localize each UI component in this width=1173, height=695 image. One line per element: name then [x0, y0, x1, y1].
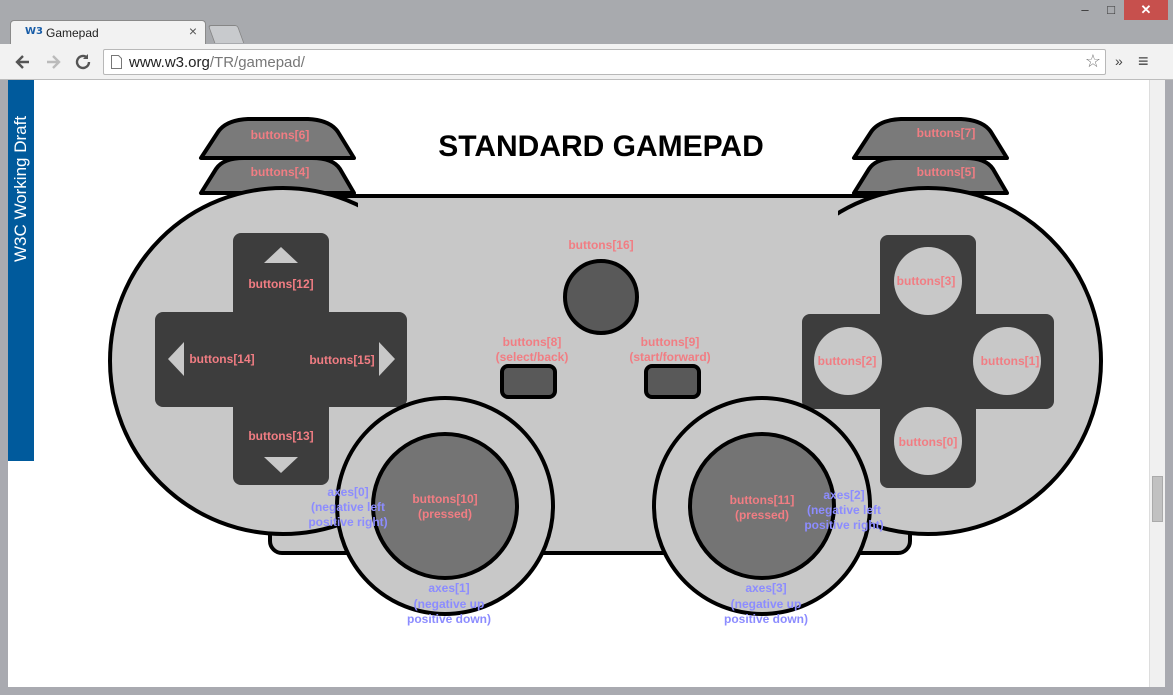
w3c-favicon-icon: W3 [25, 26, 43, 37]
maximize-button[interactable]: □ [1098, 0, 1124, 20]
url-host: www.w3.org [129, 54, 210, 71]
scrollbar-thumb[interactable] [1152, 476, 1163, 522]
label-axes-3: axes[3] [745, 581, 786, 595]
label-buttons-10: buttons[10] [412, 492, 477, 506]
browser-toolbar: www.w3.org/TR/gamepad/ ☆ » ≡ [0, 44, 1173, 80]
label-axes-2-neg: (negative left [807, 503, 881, 517]
star-icon[interactable]: ☆ [1085, 51, 1101, 72]
left-stick[interactable] [371, 432, 519, 580]
page-icon [111, 55, 122, 69]
label-buttons-4: buttons[4] [251, 165, 310, 179]
minimize-button[interactable]: ‒ [1072, 0, 1098, 20]
label-buttons-11: buttons[11] [730, 493, 795, 507]
extensions-overflow-button[interactable]: » [1115, 53, 1123, 69]
window-frame-bottom [0, 687, 1173, 695]
page-title: STANDARD GAMEPAD [438, 130, 764, 163]
label-buttons-9: buttons[9] [641, 335, 700, 349]
label-axes-0-neg: (negative left [311, 500, 385, 514]
label-buttons-5: buttons[5] [917, 165, 976, 179]
start-button[interactable] [644, 364, 701, 399]
label-axes-0: axes[0] [327, 485, 368, 499]
label-axes-2: axes[2] [823, 488, 864, 502]
browser-tab[interactable]: W3 Gamepad × [10, 20, 206, 44]
vertical-scrollbar[interactable] [1149, 80, 1165, 687]
label-right-pressed: (pressed) [735, 508, 789, 522]
label-buttons-13: buttons[13] [248, 429, 313, 443]
label-start-forward: (start/forward) [629, 350, 710, 364]
select-button[interactable] [500, 364, 557, 399]
url-text: www.w3.org/TR/gamepad/ [129, 54, 305, 71]
page-viewport: W3C Working Draft STANDARD GAMEPAD butto… [8, 80, 1149, 687]
label-axes-1-pos: positive down) [407, 612, 491, 626]
label-axes-1: axes[1] [428, 581, 469, 595]
tab-title: Gamepad [46, 26, 99, 40]
label-buttons-3: buttons[3] [897, 274, 956, 288]
label-axes-2-pos: positive right) [804, 518, 883, 532]
window-frame-right [1165, 80, 1173, 695]
label-axes-1-neg: (negative up [414, 597, 485, 611]
menu-icon[interactable]: ≡ [1138, 51, 1149, 72]
arrow-right-icon[interactable] [42, 51, 64, 73]
home-button[interactable] [563, 259, 639, 335]
close-window-button[interactable]: ✕ [1124, 0, 1168, 20]
label-axes-3-pos: positive down) [724, 612, 808, 626]
label-buttons-0: buttons[0] [899, 435, 958, 449]
label-buttons-12: buttons[12] [248, 277, 313, 291]
gamepad-diagram: STANDARD GAMEPAD buttons[6] buttons[4] b… [108, 117, 1103, 626]
label-buttons-6: buttons[6] [251, 128, 310, 142]
label-buttons-7: buttons[7] [917, 126, 976, 140]
address-bar[interactable]: www.w3.org/TR/gamepad/ ☆ [103, 49, 1106, 75]
tab-close-icon[interactable]: × [189, 24, 197, 38]
url-path: /TR/gamepad/ [209, 54, 305, 71]
label-left-pressed: (pressed) [418, 507, 472, 521]
label-buttons-16: buttons[16] [568, 238, 633, 252]
label-buttons-2: buttons[2] [818, 354, 877, 368]
label-buttons-14: buttons[14] [189, 352, 254, 366]
label-buttons-8: buttons[8] [503, 335, 562, 349]
label-buttons-1: buttons[1] [981, 354, 1040, 368]
new-tab-button[interactable] [207, 25, 245, 43]
title-bar: W3 Gamepad × ‒ □ ✕ [0, 0, 1173, 44]
reload-icon[interactable] [72, 51, 94, 73]
label-select-back: (select/back) [496, 350, 569, 364]
label-axes-0-pos: positive right) [308, 515, 387, 529]
label-axes-3-neg: (negative up [731, 597, 802, 611]
arrow-left-icon[interactable] [12, 51, 34, 73]
label-buttons-15: buttons[15] [309, 353, 374, 367]
